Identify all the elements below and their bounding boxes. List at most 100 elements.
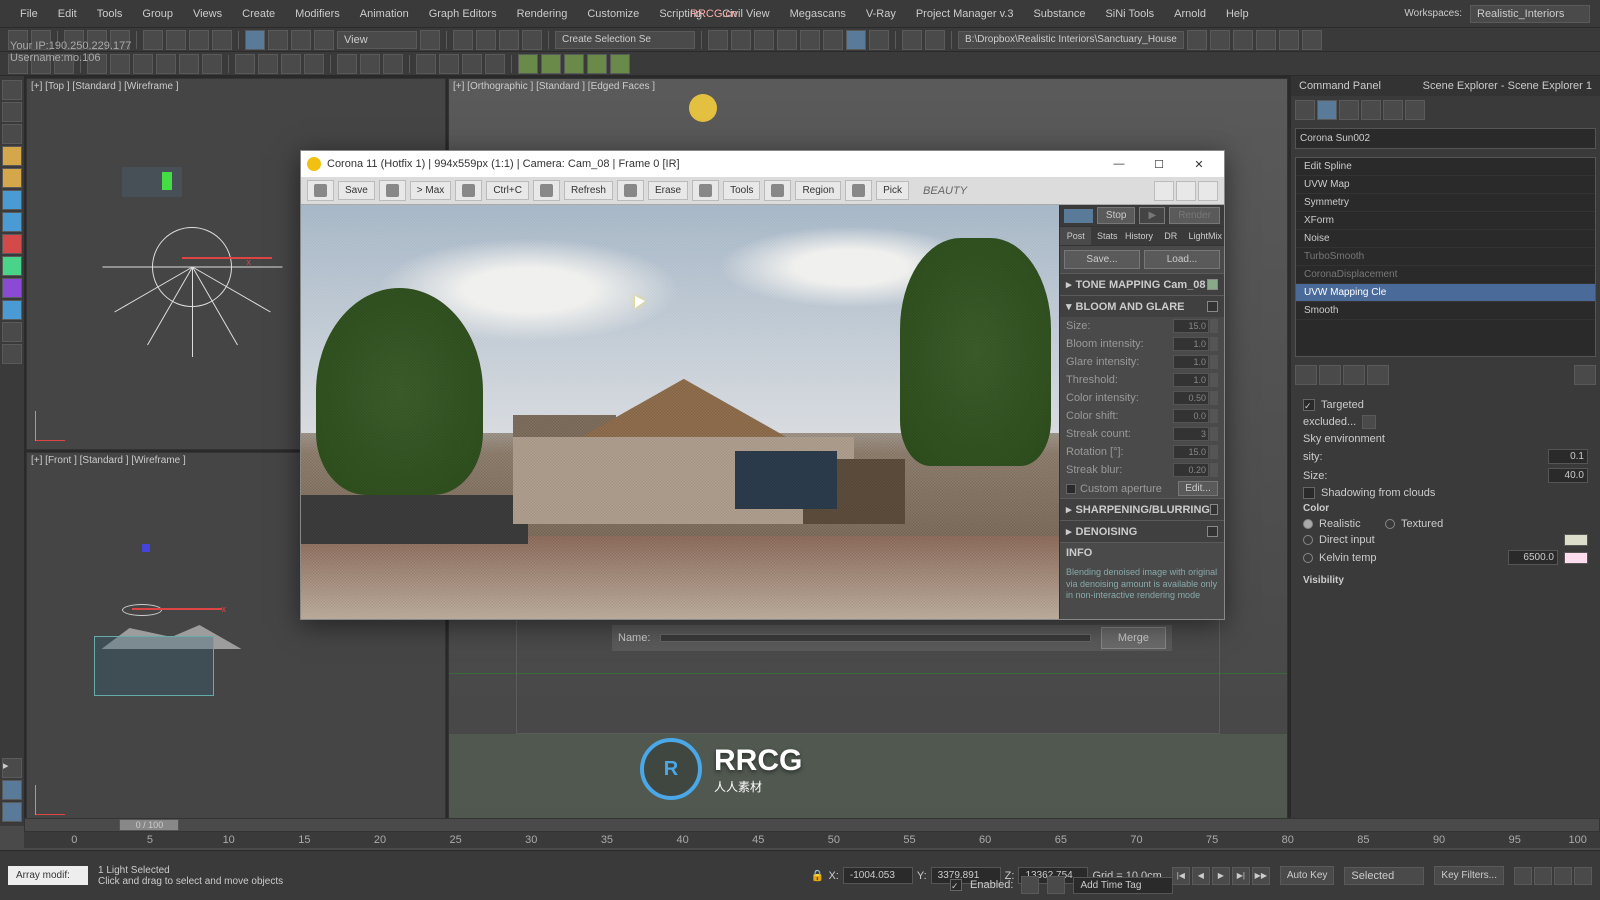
spinner-arrows[interactable] bbox=[1210, 427, 1218, 441]
tab-post[interactable]: Post bbox=[1060, 227, 1091, 245]
intensity-spinner[interactable]: 0.1 bbox=[1548, 449, 1588, 464]
snap-2d-button[interactable] bbox=[453, 30, 473, 50]
next-frame-button[interactable]: ▶| bbox=[1232, 867, 1250, 885]
goto-start-button[interactable]: |◀ bbox=[1172, 867, 1190, 885]
prop-spinner[interactable]: 0.20 bbox=[1173, 463, 1209, 477]
curve-editor-button[interactable] bbox=[777, 30, 797, 50]
object-name-field[interactable]: Corona Sun002 bbox=[1295, 128, 1596, 149]
tool-extra-1[interactable] bbox=[902, 30, 922, 50]
corona-title-bar[interactable]: Corona 11 (Hotfix 1) | 994x559px (1:1) |… bbox=[301, 151, 1224, 177]
stack-show[interactable] bbox=[1319, 365, 1341, 385]
cw-ctrlc-menu[interactable] bbox=[455, 180, 482, 201]
project-path-field[interactable]: B:\Dropbox\Realistic Interiors\Sanctuary… bbox=[958, 31, 1184, 49]
spinner-snap-button[interactable] bbox=[522, 30, 542, 50]
excluded-dropdown[interactable] bbox=[1362, 415, 1376, 429]
spinner-arrows[interactable] bbox=[1210, 319, 1218, 333]
merge-name-field[interactable] bbox=[660, 634, 1090, 642]
t2-19[interactable] bbox=[462, 54, 482, 74]
cw-refresh-menu[interactable] bbox=[533, 180, 560, 201]
lt-10[interactable] bbox=[2, 278, 22, 298]
post-save-button[interactable]: Save... bbox=[1064, 250, 1140, 269]
render-frame-button[interactable] bbox=[869, 30, 889, 50]
stack-remove[interactable] bbox=[1367, 365, 1389, 385]
lt-9[interactable] bbox=[2, 256, 22, 276]
mod-item[interactable]: Symmetry bbox=[1296, 194, 1595, 212]
menu-megascans[interactable]: Megascans bbox=[780, 4, 856, 24]
scale-button[interactable] bbox=[291, 30, 311, 50]
textured-radio[interactable] bbox=[1385, 519, 1395, 529]
enabled-icon[interactable] bbox=[1021, 876, 1039, 894]
menu-arnold[interactable]: Arnold bbox=[1164, 4, 1216, 24]
lt-2[interactable] bbox=[2, 102, 22, 122]
cp-tab-utilities[interactable] bbox=[1405, 100, 1425, 120]
t2-13[interactable] bbox=[304, 54, 324, 74]
lt-1[interactable] bbox=[2, 80, 22, 100]
prop-spinner[interactable]: 3 bbox=[1173, 427, 1209, 441]
menu-vray[interactable]: V-Ray bbox=[856, 4, 906, 24]
lt-13[interactable] bbox=[2, 344, 22, 364]
mod-item[interactable]: Noise bbox=[1296, 230, 1595, 248]
prop-spinner[interactable]: 1.0 bbox=[1173, 373, 1209, 387]
kelvin-spinner[interactable]: 6500.0 bbox=[1508, 550, 1558, 565]
t2-6[interactable] bbox=[133, 54, 153, 74]
denoising-header[interactable]: ▸ DENOISING bbox=[1060, 521, 1224, 542]
prop-spinner[interactable]: 0.50 bbox=[1173, 391, 1209, 405]
render-setup-button[interactable] bbox=[846, 30, 866, 50]
menu-sini-tools[interactable]: SiNi Tools bbox=[1095, 4, 1164, 24]
t2-17[interactable] bbox=[416, 54, 436, 74]
cp-tab-create[interactable] bbox=[1295, 100, 1315, 120]
add-time-tag-button[interactable]: Add Time Tag bbox=[1073, 877, 1173, 894]
timeline-track[interactable]: 0 / 100 bbox=[24, 818, 1600, 832]
pivot-button[interactable] bbox=[420, 30, 440, 50]
excluded-button[interactable]: excluded... bbox=[1303, 416, 1356, 428]
cw-region-menu[interactable] bbox=[764, 180, 791, 201]
cw-tools-menu[interactable] bbox=[692, 180, 719, 201]
spinner-arrows[interactable] bbox=[1210, 355, 1218, 369]
window-crossing-button[interactable] bbox=[212, 30, 232, 50]
tab-dr[interactable]: DR bbox=[1155, 227, 1186, 245]
menu-graph-editors[interactable]: Graph Editors bbox=[419, 4, 507, 24]
cw-region-button[interactable]: Region bbox=[795, 181, 841, 200]
edit-aperture-button[interactable]: Edit... bbox=[1178, 481, 1218, 496]
keyfilters-button[interactable]: Key Filters... bbox=[1434, 866, 1504, 885]
t2-18[interactable] bbox=[439, 54, 459, 74]
menu-modifiers[interactable]: Modifiers bbox=[285, 4, 350, 24]
lt-12[interactable] bbox=[2, 322, 22, 342]
corona-btn-2[interactable] bbox=[541, 54, 561, 74]
lt-b1[interactable] bbox=[2, 780, 22, 800]
snap-percent-button[interactable] bbox=[499, 30, 519, 50]
material-editor-button[interactable] bbox=[823, 30, 843, 50]
t2-10[interactable] bbox=[235, 54, 255, 74]
mod-item[interactable]: TurboSmooth bbox=[1296, 248, 1595, 266]
menu-edit[interactable]: Edit bbox=[48, 4, 87, 24]
maxscript-listener[interactable]: Array modif: bbox=[8, 866, 88, 885]
render-pass-label[interactable]: BEAUTY bbox=[923, 185, 967, 197]
align-button[interactable] bbox=[731, 30, 751, 50]
select-name-button[interactable] bbox=[166, 30, 186, 50]
kelvin-radio[interactable] bbox=[1303, 553, 1313, 563]
tone-mapping-header[interactable]: ▸ TONE MAPPING Cam_08 bbox=[1060, 274, 1224, 295]
post-load-button[interactable]: Load... bbox=[1144, 250, 1220, 269]
schematic-button[interactable] bbox=[800, 30, 820, 50]
mod-item[interactable]: Smooth bbox=[1296, 302, 1595, 320]
move-button[interactable] bbox=[245, 30, 265, 50]
mod-item[interactable]: CoronaDisplacement bbox=[1296, 266, 1595, 284]
cw-erase-button[interactable]: Erase bbox=[648, 181, 688, 200]
sharpening-enable[interactable] bbox=[1210, 504, 1218, 515]
prev-frame-button[interactable]: ◀ bbox=[1192, 867, 1210, 885]
pan-button[interactable] bbox=[1514, 867, 1532, 885]
path-tool-4[interactable] bbox=[1256, 30, 1276, 50]
zoom-100-button[interactable] bbox=[1176, 181, 1196, 201]
prop-spinner[interactable]: 15.0 bbox=[1173, 445, 1209, 459]
tab-stats[interactable]: Stats bbox=[1091, 227, 1122, 245]
selection-set-field[interactable]: Create Selection Se bbox=[555, 31, 695, 49]
lt-expand[interactable]: ▸ bbox=[2, 758, 22, 778]
cw-ctrlc-button[interactable]: Ctrl+C bbox=[486, 181, 529, 200]
snap-angle-button[interactable] bbox=[476, 30, 496, 50]
cp-tab-display[interactable] bbox=[1383, 100, 1403, 120]
cw-tomax-menu[interactable] bbox=[379, 180, 406, 201]
timeline-slider[interactable]: 0 / 100 bbox=[119, 819, 179, 831]
x-field[interactable]: -1004.053 bbox=[843, 867, 913, 884]
spinner-arrows[interactable] bbox=[1210, 463, 1218, 477]
lt-7[interactable] bbox=[2, 212, 22, 232]
